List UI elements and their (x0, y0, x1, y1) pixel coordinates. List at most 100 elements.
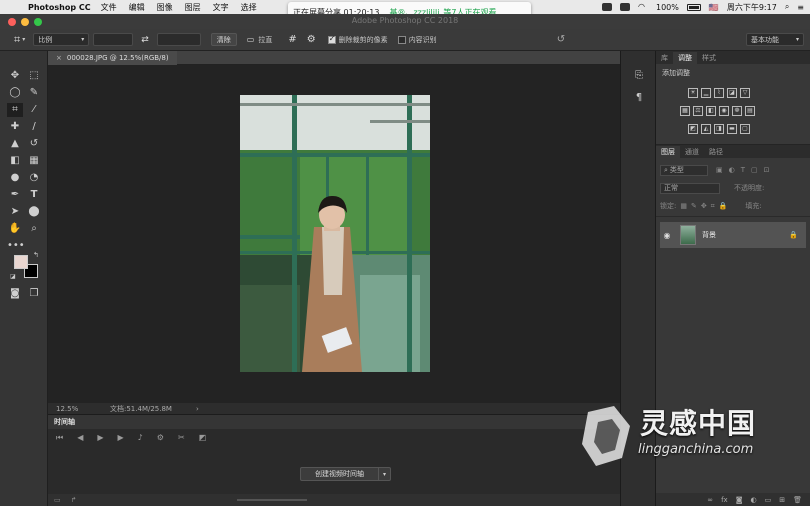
hand-tool-icon[interactable]: ✋ (7, 222, 23, 236)
wifi-icon[interactable]: ◠ (638, 3, 648, 11)
healing-brush-tool-icon[interactable]: ✚ (7, 120, 23, 134)
lasso-tool-icon[interactable]: ◯ (7, 86, 23, 100)
timeline-title[interactable]: 时间轴 (54, 417, 75, 427)
filter-shape-icon[interactable]: ▢ (751, 166, 758, 174)
tab-styles[interactable]: 样式 (697, 52, 721, 64)
quick-select-tool-icon[interactable]: ✎ (26, 86, 42, 100)
pen-tool-icon[interactable]: ✒ (7, 188, 23, 202)
add-mask-icon[interactable]: ◙ (736, 496, 743, 504)
screen-mode-icon[interactable]: ❐ (26, 287, 42, 301)
more-tools-icon[interactable]: ••• (7, 239, 25, 253)
next-frame-icon[interactable]: ▶ (118, 433, 124, 443)
gradient-map-icon[interactable]: ▬ (727, 124, 737, 134)
threshold-icon[interactable]: ◨ (714, 124, 724, 134)
play-icon[interactable]: ▶ (97, 433, 103, 443)
tab-channels[interactable]: 通道 (680, 146, 704, 158)
paragraph-panel-icon[interactable]: ¶ (632, 91, 646, 105)
blur-tool-icon[interactable]: ● (7, 171, 23, 185)
invert-icon[interactable]: ◩ (688, 124, 698, 134)
transition-icon[interactable]: ◩ (199, 433, 207, 443)
audio-icon[interactable]: ♪ (138, 433, 143, 443)
exposure-icon[interactable]: ◪ (727, 88, 737, 98)
menu-select[interactable]: 选择 (241, 2, 257, 13)
type-tool-icon[interactable]: T (26, 188, 42, 202)
content-aware-checkbox[interactable] (397, 35, 406, 44)
filter-smart-icon[interactable]: ⊡ (764, 166, 770, 174)
shape-tool-icon[interactable]: ⬤ (26, 205, 42, 219)
color-balance-icon[interactable]: ⚖ (693, 106, 703, 116)
menu-list-icon[interactable]: ≡ (797, 3, 804, 12)
filter-type-icon[interactable]: T (741, 166, 745, 174)
prev-frame-icon[interactable]: ◀ (77, 433, 83, 443)
canvas[interactable] (48, 65, 620, 403)
straighten-label[interactable]: 拉直 (258, 35, 272, 45)
levels-icon[interactable]: ▁ (701, 88, 711, 98)
brightness-icon[interactable]: ☀ (688, 88, 698, 98)
lock-position-icon[interactable]: ✥ (701, 202, 707, 210)
gradient-tool-icon[interactable]: ▦ (26, 154, 42, 168)
straighten-icon[interactable]: ▭ (247, 35, 255, 44)
move-tool-icon[interactable]: ✥ (7, 69, 23, 83)
delete-cropped-checkbox[interactable] (327, 34, 336, 44)
input-flag[interactable]: 🇺🇸 (709, 3, 719, 12)
workspace-select[interactable]: 基本功能 ▾ (746, 33, 804, 46)
chevron-down-icon[interactable]: ▾ (22, 36, 25, 43)
filter-adjust-icon[interactable]: ◐ (729, 166, 735, 174)
battery-icon[interactable] (686, 3, 701, 11)
brush-tool-icon[interactable]: / (26, 120, 42, 134)
photo-filter-icon[interactable]: ◉ (719, 106, 729, 116)
clear-button[interactable]: 清除 (210, 33, 237, 46)
grid-overlay-icon[interactable]: # (288, 34, 296, 45)
eraser-tool-icon[interactable]: ◧ (7, 154, 23, 168)
status-arrow-icon[interactable]: › (196, 405, 199, 413)
document-tab[interactable]: × 000028.JPG @ 12.5%(RGB/8) (48, 51, 177, 65)
new-group-icon[interactable]: ▭ (765, 496, 772, 504)
dodge-tool-icon[interactable]: ◔ (26, 171, 42, 185)
lock-pixels-icon[interactable]: ▦ (680, 202, 687, 210)
tab-paths[interactable]: 路径 (704, 146, 728, 158)
create-timeline-dropdown[interactable]: ▾ (379, 467, 391, 481)
color-lookup-icon[interactable]: ▤ (745, 106, 755, 116)
menu-type[interactable]: 文字 (213, 2, 229, 13)
create-timeline-button[interactable]: 创建视频时间轴 (300, 467, 379, 481)
vibrance-icon[interactable]: ▽ (740, 88, 750, 98)
reset-icon[interactable]: ↺ (557, 34, 565, 45)
status-icon[interactable] (620, 3, 630, 11)
curves-icon[interactable]: ⌇ (714, 88, 724, 98)
eyedropper-tool-icon[interactable]: ⁄ (26, 103, 42, 117)
timeline-zoom-slider[interactable] (236, 499, 307, 501)
menu-edit[interactable]: 编辑 (129, 2, 145, 13)
zoom-tool-icon[interactable]: ⌕ (26, 222, 42, 236)
layer-row-background[interactable]: ◉ 背景 🔒 (660, 222, 806, 248)
menu-image[interactable]: 图像 (157, 2, 173, 13)
lock-paint-icon[interactable]: ✎ (691, 202, 697, 210)
split-icon[interactable]: ✂ (178, 433, 185, 443)
ratio-width-input[interactable] (93, 33, 134, 46)
lock-artboard-icon[interactable]: ⌗ (711, 202, 715, 211)
ratio-height-input[interactable] (156, 33, 201, 46)
black-white-icon[interactable]: ◧ (706, 106, 716, 116)
history-brush-tool-icon[interactable]: ↺ (26, 137, 42, 151)
filter-pixel-icon[interactable]: ▣ (716, 166, 723, 174)
tab-layers[interactable]: 图层 (656, 146, 680, 158)
swap-icon[interactable]: ⇄ (141, 35, 149, 45)
render-icon[interactable]: ↱ (71, 496, 77, 504)
layer-kind-filter[interactable]: ⌕ 类型 (660, 164, 708, 176)
ratio-select[interactable]: 比例 ▾ (33, 33, 90, 46)
menu-file[interactable]: 文件 (101, 2, 117, 13)
menu-layer[interactable]: 图层 (185, 2, 201, 13)
menubar-clock[interactable]: 周六下午9:17 (727, 2, 777, 13)
settings-icon[interactable]: ⚙ (157, 433, 164, 443)
close-icon[interactable]: × (56, 54, 62, 62)
posterize-icon[interactable]: ◭ (701, 124, 711, 134)
layer-name[interactable]: 背景 (702, 230, 716, 240)
history-panel-icon[interactable]: ⎘ (632, 69, 646, 83)
hue-saturation-icon[interactable]: ▦ (680, 106, 690, 116)
visibility-eye-icon[interactable]: ◉ (660, 231, 674, 240)
zoom-level[interactable]: 12.5% (56, 405, 106, 413)
frame-mode-icon[interactable]: ▭ (54, 496, 61, 504)
first-frame-icon[interactable]: ⏮ (56, 433, 63, 443)
crop-tool-icon[interactable]: ⌗ (7, 103, 23, 117)
status-icon[interactable] (602, 3, 612, 11)
tab-adjust[interactable]: 调整 (673, 52, 697, 64)
